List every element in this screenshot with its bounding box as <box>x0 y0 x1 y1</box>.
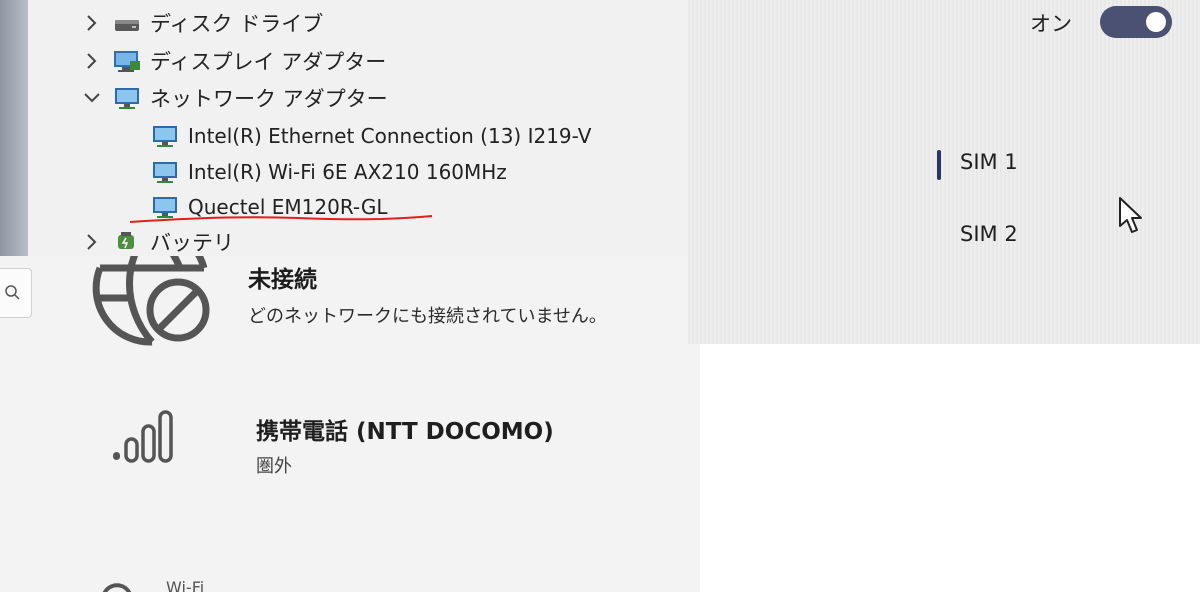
battery-icon <box>112 229 142 255</box>
network-adapter-icon <box>150 159 180 185</box>
sim-option-2[interactable]: SIM 2 <box>960 222 1018 246</box>
cellular-status: 圏外 <box>256 456 292 477</box>
network-adapter-icon <box>150 123 180 149</box>
search-box[interactable] <box>0 268 32 318</box>
toggle-knob <box>1146 12 1166 32</box>
cellular-network-title[interactable]: 携帯電話 (NTT DOCOMO) <box>256 412 554 446</box>
tree-item-label: Intel(R) Ethernet Connection (13) I219-V <box>188 124 592 148</box>
tree-item-label: ネットワーク アダプター <box>150 87 388 111</box>
tree-item-wifi-adapter[interactable]: Intel(R) Wi-Fi 6E AX210 160MHz <box>150 155 507 189</box>
tree-item-display-adapters[interactable]: ディスプレイ アダプター <box>80 44 386 78</box>
search-icon <box>5 285 20 300</box>
network-adapter-icon <box>112 85 142 111</box>
window-edge <box>0 0 28 256</box>
display-adapter-icon <box>112 48 142 74</box>
red-highlight-underline <box>129 215 433 223</box>
signal-bars-icon <box>113 410 173 463</box>
tree-item-label: ディスプレイ アダプター <box>150 50 387 74</box>
chevron-right-icon[interactable] <box>80 233 104 251</box>
cellular-toggle[interactable] <box>1100 6 1172 38</box>
chevron-down-icon[interactable] <box>80 92 104 104</box>
connection-status-title: 未接続 <box>248 267 317 293</box>
network-status-panel: 未接続 どのネットワークにも接続されていません。 携帯電話 (NTT DOCOM… <box>0 256 700 592</box>
tree-item-label: Intel(R) Wi-Fi 6E AX210 160MHz <box>188 160 507 184</box>
connection-status-description: どのネットワークにも接続されていません。 <box>248 306 607 327</box>
wifi-label: Wi-Fi <box>166 578 205 592</box>
sim-option-1[interactable]: SIM 1 <box>960 150 1018 174</box>
tree-item-disk-drives[interactable]: ディスク ドライブ <box>80 6 323 40</box>
globe-no-connection-icon <box>92 256 210 346</box>
mouse-cursor-icon <box>1119 197 1142 233</box>
chevron-right-icon[interactable] <box>80 14 104 32</box>
tree-item-network-adapters[interactable]: ネットワーク アダプター <box>80 81 388 115</box>
tree-item-label: ディスク ドライブ <box>150 12 324 36</box>
tree-item-battery[interactable]: バッテリ <box>80 225 234 256</box>
device-manager-panel: ディスク ドライブ ディスプレイ アダプター ネットワーク アダプター Inte… <box>0 0 688 256</box>
disk-drive-icon <box>112 10 142 36</box>
tree-item-ethernet-adapter[interactable]: Intel(R) Ethernet Connection (13) I219-V <box>150 119 591 153</box>
wifi-icon <box>102 583 132 592</box>
sim-settings-panel: オン SIM 1 SIM 2 <box>688 0 1200 344</box>
selected-indicator <box>937 150 941 180</box>
chevron-right-icon[interactable] <box>80 52 104 70</box>
tree-item-label: バッテリ <box>150 231 234 255</box>
toggle-state-label: オン <box>1030 12 1072 36</box>
